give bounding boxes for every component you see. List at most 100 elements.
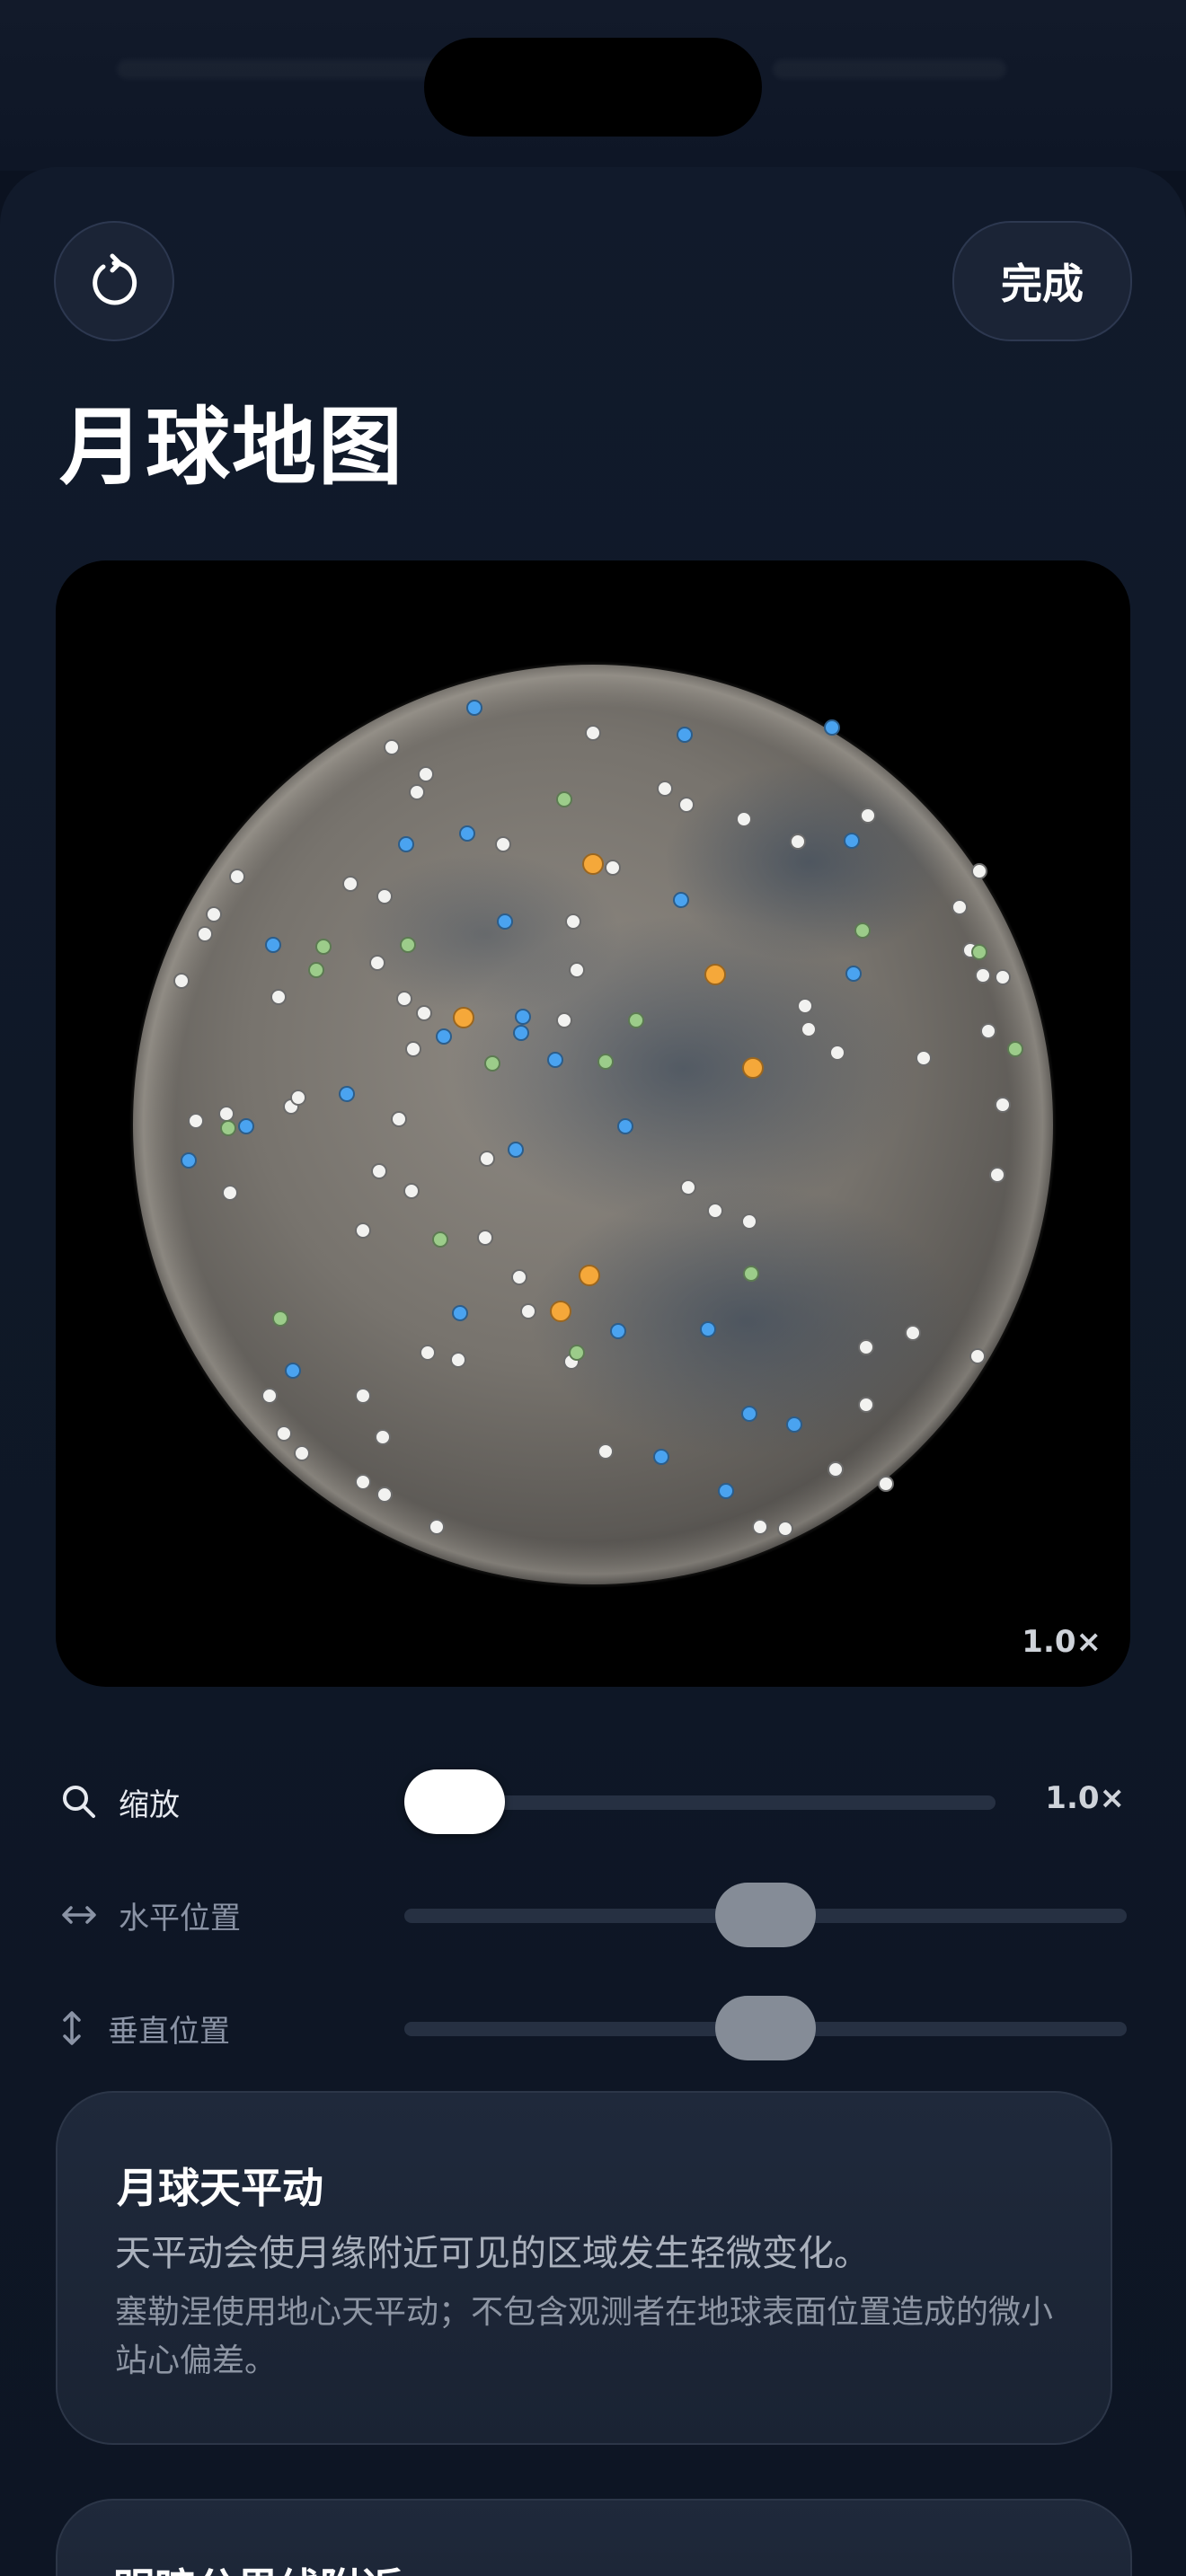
blue-feature-marker[interactable] — [718, 1483, 734, 1499]
white-feature-marker[interactable] — [995, 1097, 1011, 1113]
white-feature-marker[interactable] — [989, 1167, 1005, 1183]
white-feature-marker[interactable] — [384, 739, 400, 755]
green-feature-marker[interactable] — [569, 1345, 585, 1361]
orange-feature-marker[interactable] — [742, 1057, 764, 1079]
white-feature-marker[interactable] — [790, 834, 806, 850]
blue-feature-marker[interactable] — [786, 1416, 802, 1433]
white-feature-marker[interactable] — [971, 863, 987, 879]
white-feature-marker[interactable] — [355, 1388, 371, 1404]
white-feature-marker[interactable] — [495, 836, 511, 852]
white-feature-marker[interactable] — [218, 1106, 235, 1122]
white-feature-marker[interactable] — [511, 1269, 527, 1285]
white-feature-marker[interactable] — [585, 725, 601, 741]
white-feature-marker[interactable] — [396, 991, 412, 1007]
blue-feature-marker[interactable] — [547, 1052, 563, 1068]
green-feature-marker[interactable] — [743, 1266, 759, 1282]
white-feature-marker[interactable] — [270, 989, 287, 1005]
white-feature-marker[interactable] — [565, 913, 581, 930]
blue-feature-marker[interactable] — [513, 1025, 529, 1041]
white-feature-marker[interactable] — [369, 955, 385, 971]
white-feature-marker[interactable] — [916, 1050, 932, 1066]
white-feature-marker[interactable] — [680, 1179, 696, 1195]
white-feature-marker[interactable] — [741, 1213, 757, 1230]
white-feature-marker[interactable] — [736, 811, 752, 827]
green-feature-marker[interactable] — [971, 944, 987, 960]
white-feature-marker[interactable] — [975, 967, 991, 984]
green-feature-marker[interactable] — [315, 939, 332, 955]
blue-feature-marker[interactable] — [452, 1305, 468, 1321]
zoom-slider-thumb[interactable] — [404, 1769, 505, 1834]
green-feature-marker[interactable] — [597, 1054, 614, 1070]
white-feature-marker[interactable] — [860, 807, 876, 824]
white-feature-marker[interactable] — [355, 1222, 371, 1239]
blue-feature-marker[interactable] — [238, 1118, 254, 1134]
white-feature-marker[interactable] — [375, 1429, 391, 1445]
green-feature-marker[interactable] — [1007, 1041, 1023, 1057]
white-feature-marker[interactable] — [520, 1303, 536, 1319]
blue-feature-marker[interactable] — [610, 1323, 626, 1339]
white-feature-marker[interactable] — [409, 784, 425, 800]
white-feature-marker[interactable] — [605, 860, 621, 876]
white-feature-marker[interactable] — [980, 1023, 996, 1039]
white-feature-marker[interactable] — [405, 1041, 421, 1057]
white-feature-marker[interactable] — [878, 1476, 894, 1492]
green-feature-marker[interactable] — [220, 1120, 236, 1136]
white-feature-marker[interactable] — [222, 1185, 238, 1201]
white-feature-marker[interactable] — [707, 1203, 723, 1219]
white-feature-marker[interactable] — [229, 869, 245, 885]
white-feature-marker[interactable] — [969, 1348, 986, 1364]
white-feature-marker[interactable] — [290, 1090, 306, 1106]
horizontal-slider-thumb[interactable] — [715, 1883, 816, 1947]
white-feature-marker[interactable] — [777, 1521, 793, 1537]
green-feature-marker[interactable] — [272, 1310, 288, 1327]
white-feature-marker[interactable] — [752, 1519, 768, 1535]
blue-feature-marker[interactable] — [265, 937, 281, 953]
blue-feature-marker[interactable] — [515, 1009, 531, 1025]
blue-feature-marker[interactable] — [339, 1086, 355, 1102]
blue-feature-marker[interactable] — [497, 913, 513, 930]
vertical-slider-thumb[interactable] — [715, 1996, 816, 2060]
blue-feature-marker[interactable] — [673, 892, 689, 908]
blue-feature-marker[interactable] — [845, 966, 862, 982]
white-feature-marker[interactable] — [173, 973, 190, 989]
white-feature-marker[interactable] — [420, 1345, 436, 1361]
blue-feature-marker[interactable] — [181, 1152, 197, 1169]
white-feature-marker[interactable] — [342, 876, 358, 892]
white-feature-marker[interactable] — [376, 1486, 393, 1503]
green-feature-marker[interactable] — [308, 962, 324, 978]
green-feature-marker[interactable] — [854, 922, 871, 939]
blue-feature-marker[interactable] — [459, 825, 475, 842]
green-feature-marker[interactable] — [556, 791, 572, 807]
blue-feature-marker[interactable] — [677, 727, 693, 743]
white-feature-marker[interactable] — [276, 1425, 292, 1442]
white-feature-marker[interactable] — [801, 1021, 817, 1037]
blue-feature-marker[interactable] — [398, 836, 414, 852]
blue-feature-marker[interactable] — [466, 700, 482, 716]
green-feature-marker[interactable] — [400, 937, 416, 953]
moon-map-view[interactable]: 1.0× — [56, 560, 1130, 1687]
green-feature-marker[interactable] — [432, 1231, 448, 1248]
white-feature-marker[interactable] — [828, 1461, 844, 1478]
white-feature-marker[interactable] — [450, 1352, 466, 1368]
reset-button[interactable] — [54, 221, 174, 341]
blue-feature-marker[interactable] — [285, 1363, 301, 1379]
white-feature-marker[interactable] — [597, 1443, 614, 1460]
orange-feature-marker[interactable] — [704, 964, 726, 985]
white-feature-marker[interactable] — [858, 1397, 874, 1413]
white-feature-marker[interactable] — [371, 1163, 387, 1179]
white-feature-marker[interactable] — [429, 1519, 445, 1535]
white-feature-marker[interactable] — [905, 1325, 921, 1341]
orange-feature-marker[interactable] — [453, 1007, 474, 1028]
white-feature-marker[interactable] — [657, 781, 673, 797]
white-feature-marker[interactable] — [188, 1113, 204, 1129]
white-feature-marker[interactable] — [403, 1183, 420, 1199]
white-feature-marker[interactable] — [479, 1151, 495, 1167]
blue-feature-marker[interactable] — [617, 1118, 633, 1134]
white-feature-marker[interactable] — [829, 1045, 845, 1061]
white-feature-marker[interactable] — [418, 766, 434, 782]
done-button[interactable]: 完成 — [952, 221, 1132, 341]
blue-feature-marker[interactable] — [508, 1142, 524, 1158]
blue-feature-marker[interactable] — [700, 1321, 716, 1337]
blue-feature-marker[interactable] — [436, 1028, 452, 1045]
green-feature-marker[interactable] — [484, 1055, 500, 1072]
